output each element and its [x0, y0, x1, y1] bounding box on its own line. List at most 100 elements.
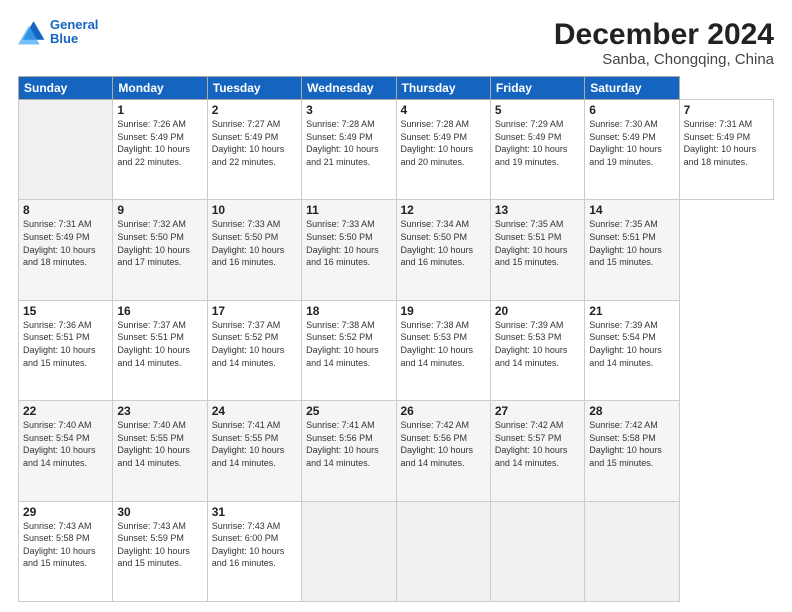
- day-info: Sunrise: 7:38 AMSunset: 5:53 PMDaylight:…: [401, 319, 486, 369]
- table-row: 8Sunrise: 7:31 AMSunset: 5:49 PMDaylight…: [19, 200, 113, 300]
- table-row: 18Sunrise: 7:38 AMSunset: 5:52 PMDayligh…: [302, 300, 396, 400]
- table-row: 2Sunrise: 7:27 AMSunset: 5:49 PMDaylight…: [207, 100, 301, 200]
- day-number: 23: [117, 404, 202, 418]
- col-friday: Friday: [490, 77, 584, 100]
- table-row: 16Sunrise: 7:37 AMSunset: 5:51 PMDayligh…: [113, 300, 207, 400]
- table-row: 20Sunrise: 7:39 AMSunset: 5:53 PMDayligh…: [490, 300, 584, 400]
- day-info: Sunrise: 7:42 AMSunset: 5:56 PMDaylight:…: [401, 419, 486, 469]
- day-info: Sunrise: 7:38 AMSunset: 5:52 PMDaylight:…: [306, 319, 391, 369]
- table-row: 29Sunrise: 7:43 AMSunset: 5:58 PMDayligh…: [19, 501, 113, 601]
- table-row: [585, 501, 679, 601]
- day-info: Sunrise: 7:30 AMSunset: 5:49 PMDaylight:…: [589, 118, 674, 168]
- day-info: Sunrise: 7:42 AMSunset: 5:57 PMDaylight:…: [495, 419, 580, 469]
- logo: General Blue: [18, 18, 98, 47]
- calendar-week-row: 22Sunrise: 7:40 AMSunset: 5:54 PMDayligh…: [19, 401, 774, 501]
- table-row: 25Sunrise: 7:41 AMSunset: 5:56 PMDayligh…: [302, 401, 396, 501]
- day-number: 7: [684, 103, 769, 117]
- day-info: Sunrise: 7:35 AMSunset: 5:51 PMDaylight:…: [589, 218, 674, 268]
- calendar-subtitle: Sanba, Chongqing, China: [554, 51, 774, 68]
- day-info: Sunrise: 7:41 AMSunset: 5:55 PMDaylight:…: [212, 419, 297, 469]
- day-number: 24: [212, 404, 297, 418]
- day-info: Sunrise: 7:31 AMSunset: 5:49 PMDaylight:…: [684, 118, 769, 168]
- day-info: Sunrise: 7:39 AMSunset: 5:53 PMDaylight:…: [495, 319, 580, 369]
- table-row: [396, 501, 490, 601]
- day-info: Sunrise: 7:33 AMSunset: 5:50 PMDaylight:…: [306, 218, 391, 268]
- col-thursday: Thursday: [396, 77, 490, 100]
- day-number: 19: [401, 304, 486, 318]
- col-saturday: Saturday: [585, 77, 679, 100]
- table-row: 9Sunrise: 7:32 AMSunset: 5:50 PMDaylight…: [113, 200, 207, 300]
- col-wednesday: Wednesday: [302, 77, 396, 100]
- day-info: Sunrise: 7:26 AMSunset: 5:49 PMDaylight:…: [117, 118, 202, 168]
- day-info: Sunrise: 7:28 AMSunset: 5:49 PMDaylight:…: [306, 118, 391, 168]
- table-row: 3Sunrise: 7:28 AMSunset: 5:49 PMDaylight…: [302, 100, 396, 200]
- day-number: 22: [23, 404, 108, 418]
- day-number: 17: [212, 304, 297, 318]
- day-number: 5: [495, 103, 580, 117]
- calendar-week-row: 15Sunrise: 7:36 AMSunset: 5:51 PMDayligh…: [19, 300, 774, 400]
- table-row: 6Sunrise: 7:30 AMSunset: 5:49 PMDaylight…: [585, 100, 679, 200]
- table-row: 5Sunrise: 7:29 AMSunset: 5:49 PMDaylight…: [490, 100, 584, 200]
- table-row: 19Sunrise: 7:38 AMSunset: 5:53 PMDayligh…: [396, 300, 490, 400]
- day-number: 2: [212, 103, 297, 117]
- table-row: [302, 501, 396, 601]
- table-row: 24Sunrise: 7:41 AMSunset: 5:55 PMDayligh…: [207, 401, 301, 501]
- day-info: Sunrise: 7:43 AMSunset: 5:59 PMDaylight:…: [117, 520, 202, 570]
- table-row: 7Sunrise: 7:31 AMSunset: 5:49 PMDaylight…: [679, 100, 773, 200]
- header: General Blue December 2024 Sanba, Chongq…: [18, 18, 774, 68]
- table-row: 11Sunrise: 7:33 AMSunset: 5:50 PMDayligh…: [302, 200, 396, 300]
- table-row: 13Sunrise: 7:35 AMSunset: 5:51 PMDayligh…: [490, 200, 584, 300]
- table-row: 27Sunrise: 7:42 AMSunset: 5:57 PMDayligh…: [490, 401, 584, 501]
- table-row: [490, 501, 584, 601]
- col-monday: Monday: [113, 77, 207, 100]
- day-info: Sunrise: 7:41 AMSunset: 5:56 PMDaylight:…: [306, 419, 391, 469]
- day-number: 6: [589, 103, 674, 117]
- day-number: 14: [589, 203, 674, 217]
- calendar-week-row: 1Sunrise: 7:26 AMSunset: 5:49 PMDaylight…: [19, 100, 774, 200]
- table-row: 30Sunrise: 7:43 AMSunset: 5:59 PMDayligh…: [113, 501, 207, 601]
- day-info: Sunrise: 7:40 AMSunset: 5:54 PMDaylight:…: [23, 419, 108, 469]
- day-number: 10: [212, 203, 297, 217]
- day-info: Sunrise: 7:37 AMSunset: 5:51 PMDaylight:…: [117, 319, 202, 369]
- day-info: Sunrise: 7:32 AMSunset: 5:50 PMDaylight:…: [117, 218, 202, 268]
- table-row: 31Sunrise: 7:43 AMSunset: 6:00 PMDayligh…: [207, 501, 301, 601]
- table-row: 12Sunrise: 7:34 AMSunset: 5:50 PMDayligh…: [396, 200, 490, 300]
- day-info: Sunrise: 7:34 AMSunset: 5:50 PMDaylight:…: [401, 218, 486, 268]
- day-info: Sunrise: 7:36 AMSunset: 5:51 PMDaylight:…: [23, 319, 108, 369]
- title-block: December 2024 Sanba, Chongqing, China: [554, 18, 774, 68]
- day-number: 27: [495, 404, 580, 418]
- day-number: 4: [401, 103, 486, 117]
- day-info: Sunrise: 7:39 AMSunset: 5:54 PMDaylight:…: [589, 319, 674, 369]
- day-info: Sunrise: 7:35 AMSunset: 5:51 PMDaylight:…: [495, 218, 580, 268]
- day-info: Sunrise: 7:29 AMSunset: 5:49 PMDaylight:…: [495, 118, 580, 168]
- day-number: 3: [306, 103, 391, 117]
- table-row: 14Sunrise: 7:35 AMSunset: 5:51 PMDayligh…: [585, 200, 679, 300]
- day-number: 31: [212, 505, 297, 519]
- day-number: 12: [401, 203, 486, 217]
- calendar-header-row: Sunday Monday Tuesday Wednesday Thursday…: [19, 77, 774, 100]
- calendar-title: December 2024: [554, 18, 774, 51]
- calendar-week-row: 29Sunrise: 7:43 AMSunset: 5:58 PMDayligh…: [19, 501, 774, 601]
- logo-icon: [18, 18, 46, 46]
- day-number: 28: [589, 404, 674, 418]
- page: General Blue December 2024 Sanba, Chongq…: [0, 0, 792, 612]
- day-info: Sunrise: 7:37 AMSunset: 5:52 PMDaylight:…: [212, 319, 297, 369]
- table-row: 4Sunrise: 7:28 AMSunset: 5:49 PMDaylight…: [396, 100, 490, 200]
- table-row: 23Sunrise: 7:40 AMSunset: 5:55 PMDayligh…: [113, 401, 207, 501]
- day-number: 13: [495, 203, 580, 217]
- col-tuesday: Tuesday: [207, 77, 301, 100]
- table-row: 10Sunrise: 7:33 AMSunset: 5:50 PMDayligh…: [207, 200, 301, 300]
- day-info: Sunrise: 7:42 AMSunset: 5:58 PMDaylight:…: [589, 419, 674, 469]
- table-row: 21Sunrise: 7:39 AMSunset: 5:54 PMDayligh…: [585, 300, 679, 400]
- day-number: 26: [401, 404, 486, 418]
- day-number: 29: [23, 505, 108, 519]
- day-number: 11: [306, 203, 391, 217]
- col-sunday: Sunday: [19, 77, 113, 100]
- logo-text: General Blue: [50, 18, 98, 47]
- day-number: 20: [495, 304, 580, 318]
- table-row: 22Sunrise: 7:40 AMSunset: 5:54 PMDayligh…: [19, 401, 113, 501]
- table-row: 15Sunrise: 7:36 AMSunset: 5:51 PMDayligh…: [19, 300, 113, 400]
- day-info: Sunrise: 7:28 AMSunset: 5:49 PMDaylight:…: [401, 118, 486, 168]
- day-info: Sunrise: 7:31 AMSunset: 5:49 PMDaylight:…: [23, 218, 108, 268]
- table-row: 17Sunrise: 7:37 AMSunset: 5:52 PMDayligh…: [207, 300, 301, 400]
